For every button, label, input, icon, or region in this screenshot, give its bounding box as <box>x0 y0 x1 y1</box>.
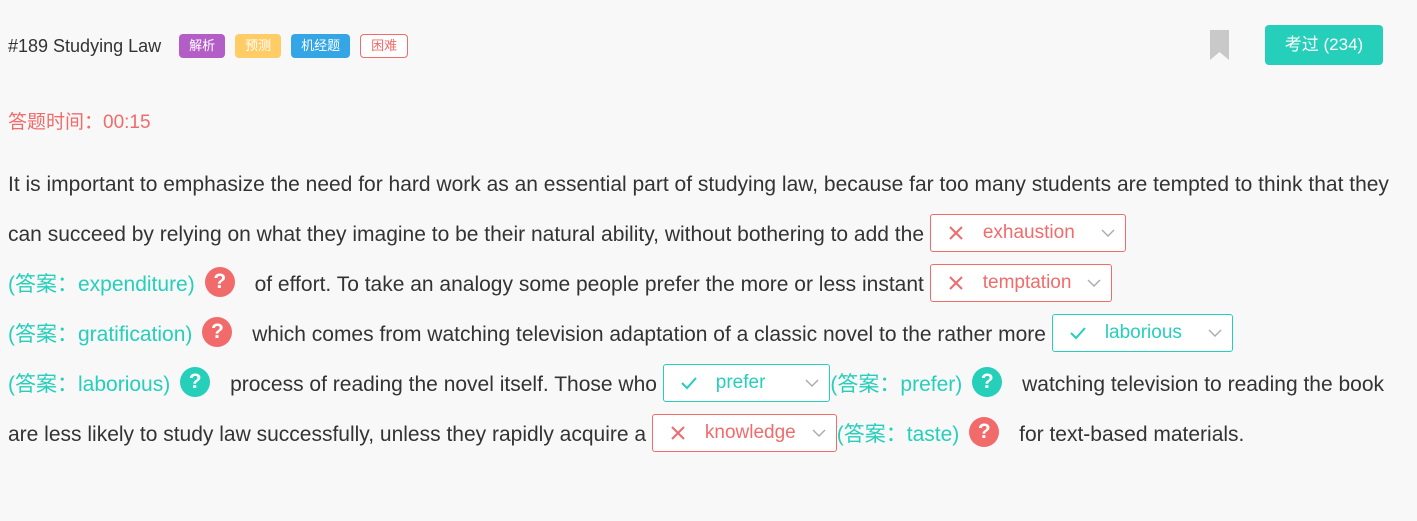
timer-value: 00:15 <box>103 112 151 133</box>
chevron-down-icon <box>812 429 826 438</box>
chevron-down-icon <box>805 379 819 388</box>
timer-label: 答题时间： <box>8 112 104 133</box>
check-icon <box>681 377 697 390</box>
question-header: #189 Studying Law 解析 预测 机经题 困难 <box>8 30 418 62</box>
question-title: #189 Studying Law <box>8 35 162 56</box>
blank-answer-3: (答案：laborious) <box>8 373 171 396</box>
bookmark-icon[interactable] <box>1210 30 1229 60</box>
passage-text: process of reading the novel itself. Tho… <box>230 373 657 396</box>
blank-dropdown-5[interactable]: knowledge <box>651 414 837 453</box>
blank-selected-value: prefer <box>715 372 766 394</box>
check-icon <box>1070 327 1086 340</box>
blank-dropdown-1[interactable]: exhaustion <box>929 214 1126 253</box>
blank-selected-value: exhaustion <box>982 222 1075 244</box>
help-icon[interactable]: ? <box>202 317 233 348</box>
cross-icon <box>671 426 685 441</box>
help-icon[interactable]: ? <box>204 267 235 298</box>
tag-machine-exam: 机经题 <box>291 34 351 58</box>
blank-answer-2: (答案：gratification) <box>8 323 193 346</box>
help-icon[interactable]: ? <box>972 367 1003 398</box>
tag-prediction: 预测 <box>235 34 282 58</box>
blank-selected-value: knowledge <box>704 422 796 444</box>
tag-analysis[interactable]: 解析 <box>179 34 226 58</box>
blank-selected-value: temptation <box>982 272 1072 294</box>
chevron-down-icon <box>1101 229 1115 238</box>
help-icon[interactable]: ? <box>180 367 211 398</box>
blank-dropdown-4[interactable]: prefer <box>662 364 831 403</box>
blank-answer-5: (答案：taste) <box>836 423 960 446</box>
tag-difficulty: 困难 <box>360 34 409 58</box>
passage: It is important to emphasize the need fo… <box>8 160 1408 460</box>
passage-text: It is important to emphasize the need fo… <box>8 173 1389 246</box>
passage-text: for text-based materials. <box>1019 423 1245 446</box>
blank-dropdown-2[interactable]: temptation <box>929 264 1113 303</box>
blank-dropdown-3[interactable]: laborious <box>1051 314 1233 353</box>
passage-text: of effort. To take an analogy some peopl… <box>254 273 924 296</box>
cross-icon <box>949 226 963 241</box>
chevron-down-icon <box>1208 329 1222 338</box>
blank-answer-1: (答案：expenditure) <box>8 273 195 296</box>
exam-count-button[interactable]: 考过 (234) <box>1265 25 1383 65</box>
chevron-down-icon <box>1087 279 1101 288</box>
passage-text: which comes from watching television ada… <box>252 323 1046 346</box>
cross-icon <box>949 276 963 291</box>
blank-answer-4: (答案：prefer) <box>830 373 963 396</box>
help-icon[interactable]: ? <box>969 417 1000 448</box>
answer-timer: 答题时间：00:15 <box>8 107 151 134</box>
blank-selected-value: laborious <box>1104 322 1182 344</box>
